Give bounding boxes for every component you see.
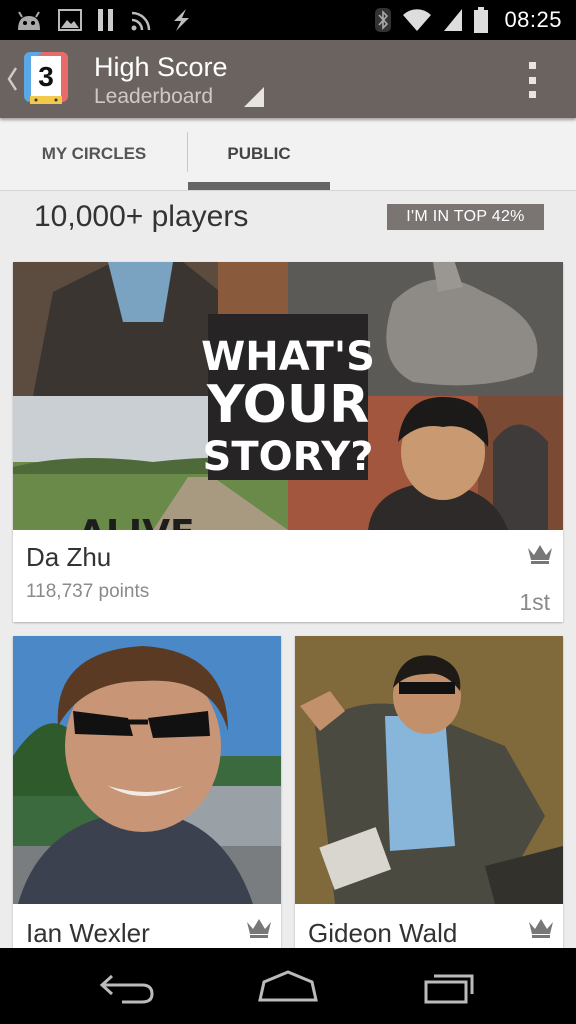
home-icon[interactable] <box>252 964 324 1008</box>
player-points: 118,737 points <box>26 581 150 602</box>
tab-strip: MY CIRCLES PUBLIC <box>0 118 576 191</box>
overflow-dot-icon <box>528 62 536 69</box>
image-icon <box>58 9 82 31</box>
player-photo <box>13 636 281 904</box>
leaderboard-card[interactable]: Ian Wexler <box>13 636 281 956</box>
up-caret-icon[interactable] <box>6 64 18 94</box>
player-photo-collage: WHAT'S YOUR STORY? ALIVE <box>13 262 563 530</box>
recents-icon[interactable] <box>412 964 484 1008</box>
clock: 08:25 <box>504 7 562 32</box>
spinner-subtitle[interactable]: Leaderboard <box>94 84 228 110</box>
title-block[interactable]: High Score Leaderboard <box>94 52 228 110</box>
back-icon[interactable] <box>92 964 164 1008</box>
overflow-dot-icon <box>528 91 536 98</box>
photo-bottom-text: ALIVE <box>78 513 195 530</box>
player-photo <box>295 636 563 904</box>
wifi-icon <box>403 9 432 32</box>
cast-icon <box>131 11 151 31</box>
photo-text-line-1: WHAT'S <box>201 334 375 380</box>
signal-icon <box>444 9 463 31</box>
players-count: 10,000+ players <box>34 200 249 233</box>
status-bar: 08:25 <box>0 0 576 40</box>
battery-icon <box>474 7 489 33</box>
player-name: Gideon Wald <box>308 918 458 948</box>
player-rank: 1st <box>519 589 550 615</box>
crown-icon <box>247 919 271 938</box>
action-bar: 3 High Score Leaderboard <box>0 40 576 118</box>
player-name: Ian Wexler <box>26 918 150 948</box>
overflow-dot-icon <box>528 76 536 84</box>
flash-icon <box>174 9 189 31</box>
rank-badge[interactable]: I'M IN TOP 42% <box>387 204 544 230</box>
selected-tab-indicator <box>188 182 330 190</box>
leaderboard-card-first[interactable]: WHAT'S YOUR STORY? ALIVE Da Zhu 118,737 … <box>13 262 563 622</box>
overflow-menu-button[interactable] <box>520 62 544 98</box>
photo-text-line-3: STORY? <box>203 434 374 480</box>
spinner-triangle-icon[interactable] <box>244 87 264 107</box>
bluetooth-icon <box>375 8 392 32</box>
tab-my-circles[interactable]: MY CIRCLES <box>0 118 188 190</box>
crown-icon <box>528 545 552 564</box>
pause-icon <box>98 9 113 31</box>
leaderboard-card[interactable]: Gideon Wald <box>295 636 563 956</box>
navigation-bar <box>0 948 576 1024</box>
app-icon-number: 3 <box>38 61 54 92</box>
player-name: Da Zhu <box>26 542 112 572</box>
app-title: High Score <box>94 52 228 82</box>
tab-public[interactable]: PUBLIC <box>188 118 330 190</box>
photo-text-line-2: YOUR <box>206 375 369 435</box>
app-icon[interactable]: 3 <box>24 52 68 106</box>
crown-icon <box>529 919 553 938</box>
android-icon <box>18 11 40 30</box>
